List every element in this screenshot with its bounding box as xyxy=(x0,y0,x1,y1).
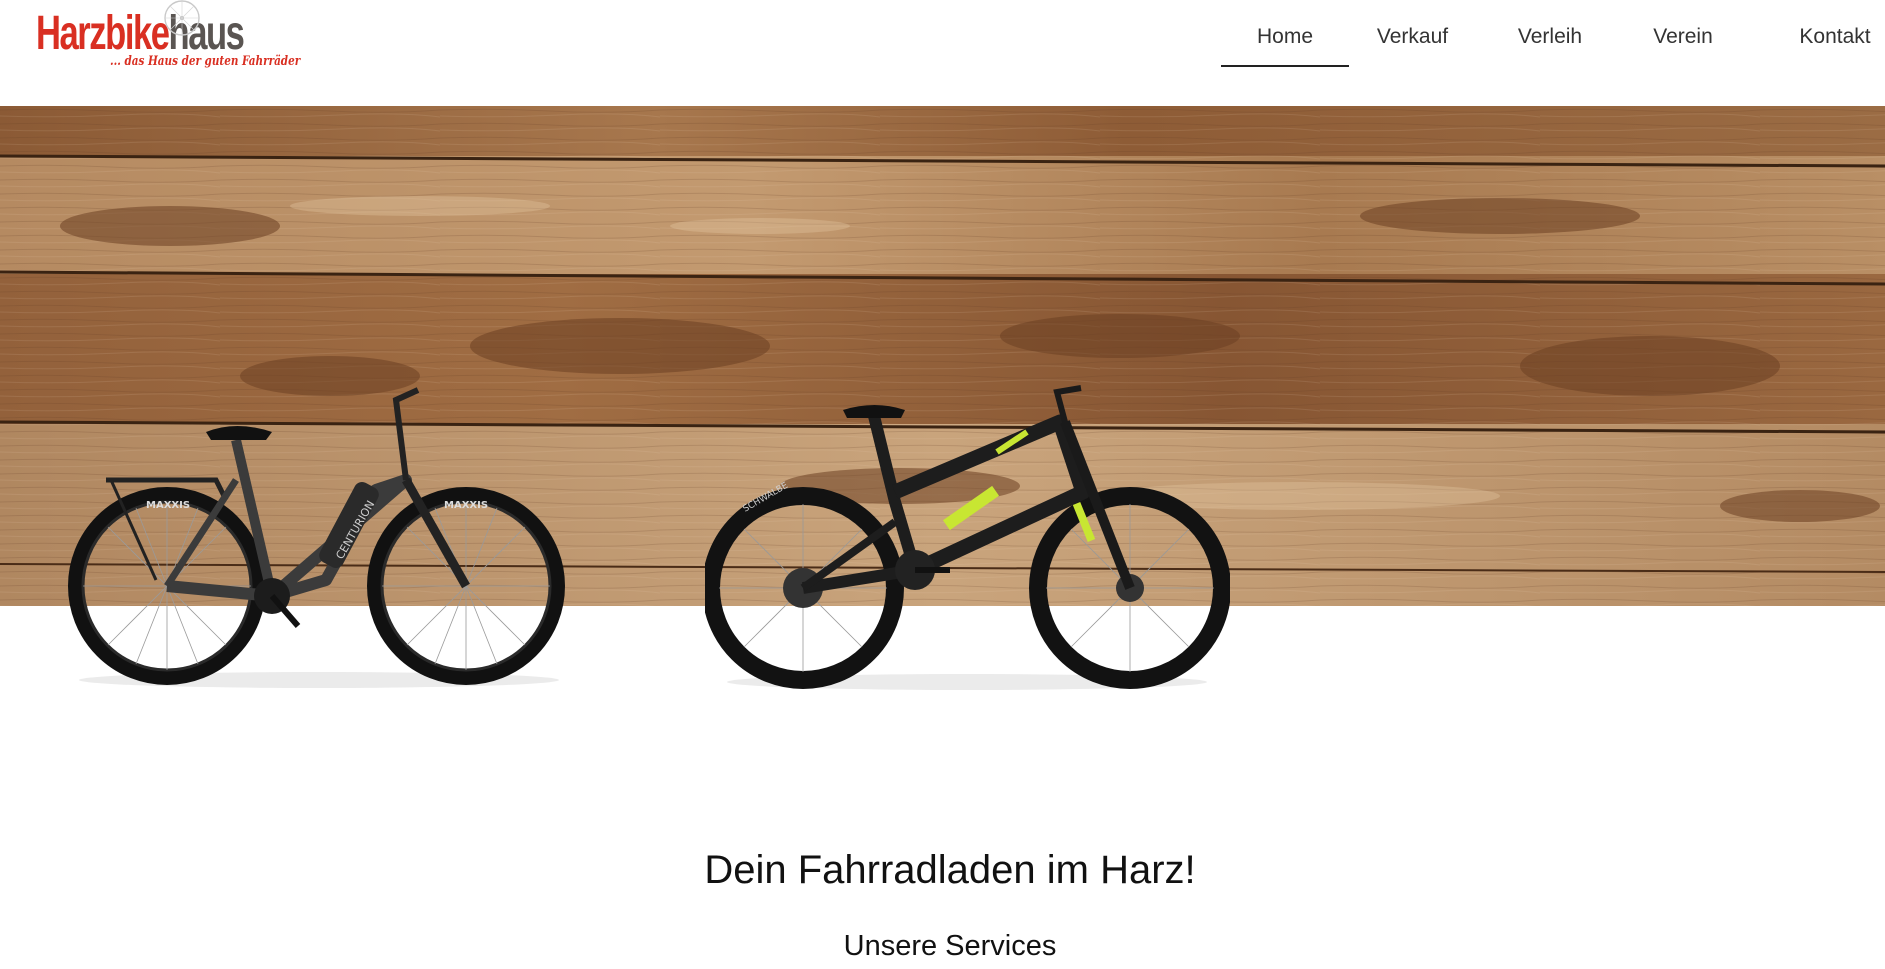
svg-text:MAXXIS: MAXXIS xyxy=(444,500,488,511)
site-logo[interactable]: Harzbikehaus ... das Haus der guten Fahr… xyxy=(36,0,300,80)
nav-item-verleih[interactable]: Verleih xyxy=(1506,0,1594,67)
nav-item-home[interactable]: Home xyxy=(1221,0,1349,67)
full-suspension-ebike-image: SCHWALBE xyxy=(705,385,1230,690)
page-headline: Dein Fahrradladen im Harz! xyxy=(704,848,1196,892)
nav-item-verein[interactable]: Verein xyxy=(1640,0,1726,67)
svg-text:MAXXIS: MAXXIS xyxy=(146,500,190,511)
logo-tagline: ... das Haus der guten Fahrräder xyxy=(110,54,301,69)
services-heading: Unsere Services xyxy=(843,930,1057,962)
logo-text-harzbike: Harzbike xyxy=(36,7,170,60)
nav-item-kontakt[interactable]: Kontakt xyxy=(1785,0,1885,67)
site-header: Harzbikehaus ... das Haus der guten Fahr… xyxy=(0,0,1885,106)
nav-item-verkauf[interactable]: Verkauf xyxy=(1364,0,1461,67)
trekking-ebike-image: MAXXIS MAXXIS CENTURION xyxy=(68,387,565,688)
bicycle-wheel-icon xyxy=(164,0,200,36)
